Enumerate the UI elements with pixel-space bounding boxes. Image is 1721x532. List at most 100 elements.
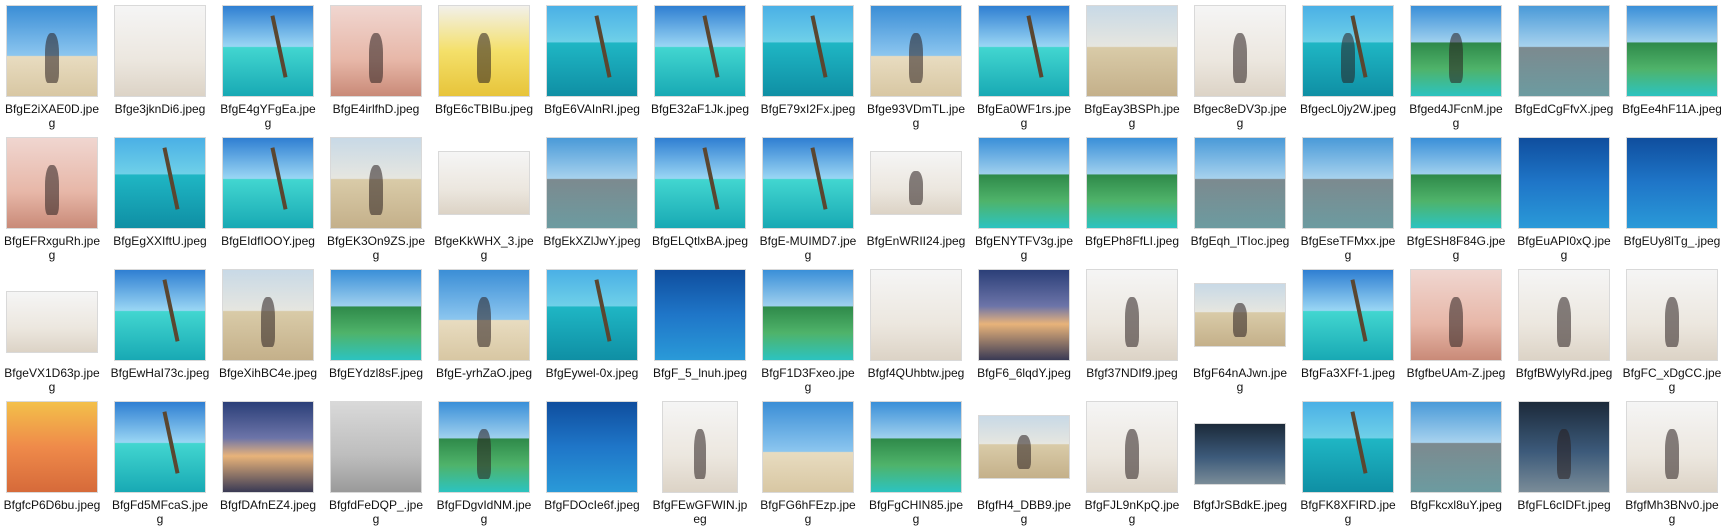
file-item[interactable]: BfgfdFeDQP_.jpeg (326, 399, 426, 529)
file-item[interactable]: BfgEuAPI0xQ.jpeg (1514, 135, 1614, 265)
file-name-label: BfgfDAfnEZ4.jpeg (219, 498, 317, 512)
image-thumbnail (222, 137, 314, 229)
file-item[interactable]: BfgE4irlfhD.jpeg (326, 3, 426, 133)
file-item[interactable]: BfgeVX1D63p.jpeg (2, 267, 102, 397)
thumbnail-frame (976, 267, 1072, 363)
file-item[interactable]: BfgFDOcIe6f.jpeg (542, 399, 642, 529)
thumbnail-frame (544, 399, 640, 495)
file-item[interactable]: BfgFDgvIdNM.jpeg (434, 399, 534, 529)
file-thumbnail-grid: BfgE2iXAE0D.jpeg Bfge3jknDi6.jpeg BfgE4gYF… (0, 0, 1721, 532)
file-name-label: BfgFEwGFWIN.jpeg (652, 498, 748, 526)
file-name-label: BfgFDOcIe6f.jpeg (544, 498, 640, 512)
file-item[interactable]: BfgE4gYFgEa.jpeg (218, 3, 318, 133)
file-name-label: BfgFG6hFEzp.jpeg (760, 498, 856, 526)
file-item[interactable]: BfgEdCgFfvX.jpeg (1514, 3, 1614, 133)
thumbnail-frame (1516, 399, 1612, 495)
thumbnail-frame (1408, 267, 1504, 363)
file-item[interactable]: BfgEwHaI73c.jpeg (110, 267, 210, 397)
file-item[interactable]: BfgELQtlxBA.jpeg (650, 135, 750, 265)
thumbnail-frame (976, 399, 1072, 495)
file-name-label: BfgF1D3Fxeo.jpeg (761, 366, 855, 394)
image-thumbnail (1194, 137, 1286, 229)
thumbnail-frame (544, 3, 640, 99)
file-item[interactable]: BfgfbeUAm-Z.jpeg (1406, 267, 1506, 397)
file-item[interactable]: BfgE-yrhZaO.jpeg (434, 267, 534, 397)
file-item[interactable]: BfgfMh3BNv0.jpeg (1622, 399, 1721, 529)
file-item[interactable]: Bfgec8eDV3p.jpeg (1190, 3, 1290, 133)
file-item[interactable]: BfgfDAfnEZ4.jpeg (218, 399, 318, 529)
file-item[interactable]: BfgFa3XFf-1.jpeg (1298, 267, 1398, 397)
image-thumbnail (1410, 401, 1502, 493)
file-item[interactable]: BfgEqh_ITIoc.jpeg (1190, 135, 1290, 265)
file-item[interactable]: BfgF_5_lnuh.jpeg (650, 267, 750, 397)
file-item[interactable]: BfgecL0jy2W.jpeg (1298, 3, 1398, 133)
thumbnail-frame (4, 3, 100, 99)
file-item[interactable]: BfgEywel-0x.jpeg (542, 267, 642, 397)
file-item[interactable]: BfgEK3On9ZS.jpeg (326, 135, 426, 265)
file-item[interactable]: BfgEe4hF11A.jpeg (1622, 3, 1721, 133)
image-thumbnail (870, 151, 962, 215)
image-thumbnail (6, 291, 98, 353)
file-item[interactable]: BfgeKkWHX_3.jpeg (434, 135, 534, 265)
file-item[interactable]: BfgEnWRII24.jpeg (866, 135, 966, 265)
image-thumbnail (870, 269, 962, 361)
file-item[interactable]: BfgE6cTBIBu.jpeg (434, 3, 534, 133)
file-item[interactable]: BfgfcP6D6bu.jpeg (2, 399, 102, 529)
file-name-label: BfgfdFeDQP_.jpeg (328, 498, 424, 526)
file-item[interactable]: BfgfBWylyRd.jpeg (1514, 267, 1614, 397)
file-item[interactable]: BfgESH8F84G.jpeg (1406, 135, 1506, 265)
file-item[interactable]: Bfgf37NDIf9.jpeg (1082, 267, 1182, 397)
file-item[interactable]: BfgE32aF1Jk.jpeg (650, 3, 750, 133)
file-item[interactable]: BfgeXihBC4e.jpeg (218, 267, 318, 397)
thumbnail-frame (436, 267, 532, 363)
file-item[interactable]: BfgEFRxguRh.jpeg (2, 135, 102, 265)
file-item[interactable]: BfgEYdzl8sF.jpeg (326, 267, 426, 397)
file-item[interactable]: BfgFC_xDgCC.jpeg (1622, 267, 1721, 397)
file-item[interactable]: BfgEseTFMxx.jpeg (1298, 135, 1398, 265)
file-item[interactable]: BfgE-MUIMD7.jpeg (758, 135, 858, 265)
thumbnail-frame (760, 3, 856, 99)
file-item[interactable]: Bfge3jknDi6.jpeg (110, 3, 210, 133)
thumbnail-frame (1084, 135, 1180, 231)
file-item[interactable]: BfgFd5MFcaS.jpeg (110, 399, 210, 529)
file-item[interactable]: BfgE6VAInRI.jpeg (542, 3, 642, 133)
image-thumbnail (330, 137, 422, 229)
file-item[interactable]: BfgFK8XFIRD.jpeg (1298, 399, 1398, 529)
thumbnail-frame (1408, 399, 1504, 495)
file-item[interactable]: BfgfH4_DBB9.jpeg (974, 399, 1074, 529)
image-thumbnail (1086, 5, 1178, 97)
file-item[interactable]: BfgF1D3Fxeo.jpeg (758, 267, 858, 397)
file-name-label: BfgE32aF1Jk.jpeg (650, 102, 750, 116)
file-item[interactable]: BfgFG6hFEzp.jpeg (758, 399, 858, 529)
file-item[interactable]: BfgFEwGFWIN.jpeg (650, 399, 750, 529)
image-thumbnail (438, 5, 530, 97)
file-item[interactable]: Bfged4JFcnM.jpeg (1406, 3, 1506, 133)
file-item[interactable]: BfgEa0WF1rs.jpeg (974, 3, 1074, 133)
file-item[interactable]: BfgF64nAJwn.jpeg (1190, 267, 1290, 397)
file-item[interactable]: Bfgf4QUhbtw.jpeg (866, 267, 966, 397)
file-item[interactable]: BfgEPh8FfLI.jpeg (1082, 135, 1182, 265)
file-item[interactable]: BfgEgXXIftU.jpeg (110, 135, 210, 265)
file-item[interactable]: BfgENYTFV3g.jpeg (974, 135, 1074, 265)
file-item[interactable]: BfgFgCHIN85.jpeg (866, 399, 966, 529)
file-item[interactable]: BfgfJrSBdkE.jpeg (1190, 399, 1290, 529)
file-name-label: BfgEYdzl8sF.jpeg (328, 366, 424, 380)
file-item[interactable]: Bfge93VDmTL.jpeg (866, 3, 966, 133)
image-thumbnail (762, 137, 854, 229)
file-name-label: BfgFa3XFf-1.jpeg (1300, 366, 1396, 380)
file-item[interactable]: BfgFJL9nKpQ.jpeg (1082, 399, 1182, 529)
image-thumbnail (1518, 401, 1610, 493)
file-item[interactable]: BfgF6_6lqdY.jpeg (974, 267, 1074, 397)
image-thumbnail (870, 5, 962, 97)
file-item[interactable]: BfgFkcxl8uY.jpeg (1406, 399, 1506, 529)
thumbnail-frame (1624, 399, 1720, 495)
file-item[interactable]: BfgEIdfIOOY.jpeg (218, 135, 318, 265)
thumbnail-frame (868, 3, 964, 99)
file-item[interactable]: BfgEUy8lTg_.jpeg (1622, 135, 1721, 265)
file-item[interactable]: BfgE2iXAE0D.jpeg (2, 3, 102, 133)
file-name-label: BfgFDgvIdNM.jpeg (436, 498, 532, 526)
file-item[interactable]: BfgEkXZlJwY.jpeg (542, 135, 642, 265)
file-item[interactable]: BfgE79xI2Fx.jpeg (758, 3, 858, 133)
file-item[interactable]: BfgFL6cIDFt.jpeg (1514, 399, 1614, 529)
file-item[interactable]: BfgEay3BSPh.jpeg (1082, 3, 1182, 133)
